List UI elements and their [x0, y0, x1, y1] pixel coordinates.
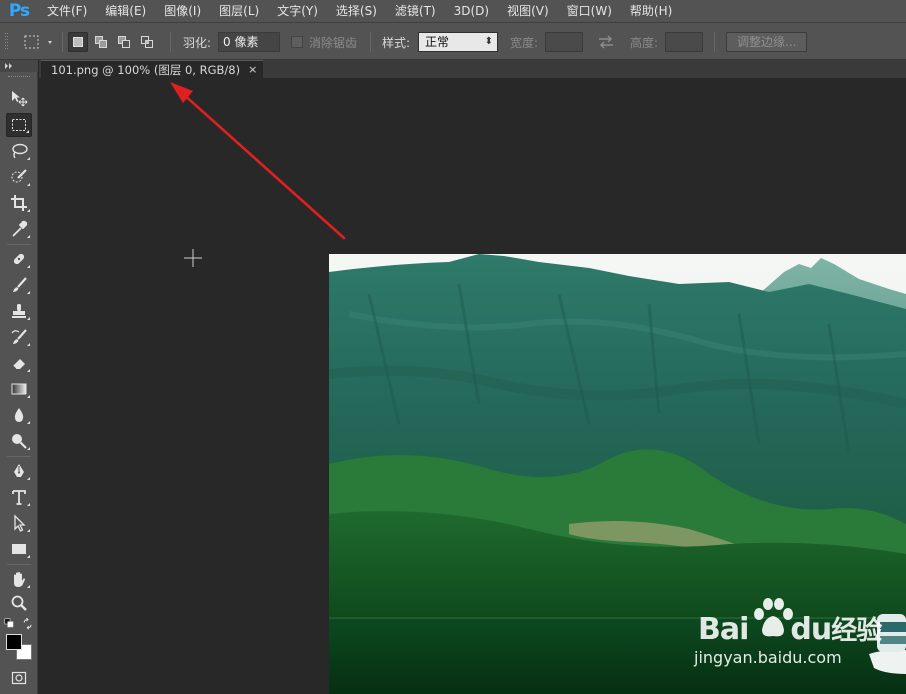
- brush-icon: [13, 277, 27, 292]
- move-tool[interactable]: [6, 86, 32, 110]
- menu-edit[interactable]: 编辑(E): [96, 0, 155, 22]
- brand-latin-2: du: [790, 612, 832, 647]
- swap-arrows-icon[interactable]: [597, 35, 615, 49]
- clone-stamp-tool[interactable]: [6, 299, 32, 323]
- menu-select[interactable]: 选择(S): [327, 0, 386, 22]
- type-icon: [12, 490, 26, 505]
- swap-colors-icon: [23, 618, 32, 630]
- menu-type[interactable]: 文字(Y): [268, 0, 327, 22]
- intersect-selection-button[interactable]: [137, 32, 157, 52]
- document-tab-title: 101.png @ 100% (图层 0, RGB/8): [51, 62, 241, 77]
- lasso-icon: [12, 143, 28, 159]
- antialias-label: 消除锯齿: [309, 35, 358, 50]
- intersect-selection-icon: [141, 36, 153, 48]
- close-tab-icon[interactable]: ×: [248, 63, 257, 76]
- history-brush-icon: [11, 329, 27, 344]
- document-tab[interactable]: 101.png @ 100% (图层 0, RGB/8) ×: [41, 60, 264, 78]
- antialias-checkbox[interactable]: [291, 36, 303, 48]
- rect-marquee-tool[interactable]: [6, 113, 32, 137]
- rectangle-shape-icon: [12, 544, 26, 554]
- default-colors-button[interactable]: [2, 616, 18, 632]
- type-tool[interactable]: [6, 485, 32, 509]
- zoom-tool[interactable]: [6, 591, 32, 615]
- tools-panel-grip[interactable]: [8, 76, 30, 79]
- swap-colors-button[interactable]: [20, 616, 36, 632]
- pen-tool[interactable]: [6, 459, 32, 483]
- tools-panel: [0, 60, 38, 694]
- feather-input[interactable]: 0 像素: [218, 32, 280, 52]
- new-selection-button[interactable]: [68, 32, 88, 52]
- eraser-icon: [12, 359, 25, 370]
- bandage-icon: [13, 253, 25, 265]
- watermark-url: jingyan.baidu.com: [694, 648, 842, 667]
- menu-layer[interactable]: 图层(L): [210, 0, 268, 22]
- lasso-tool[interactable]: [6, 139, 32, 163]
- path-selection-tool[interactable]: [6, 511, 32, 535]
- new-selection-icon: [73, 37, 83, 47]
- document-tab-bar: 101.png @ 100% (图层 0, RGB/8) ×: [39, 60, 906, 78]
- move-icon: [12, 91, 28, 107]
- eyedropper-tool[interactable]: [6, 217, 32, 241]
- quick-selection-icon: [11, 169, 27, 183]
- rectangle-tool[interactable]: [6, 537, 32, 561]
- height-label: 高度:: [630, 35, 659, 50]
- style-select[interactable]: 正常: [418, 32, 498, 52]
- gradient-tool[interactable]: [6, 377, 32, 401]
- subtract-from-selection-button[interactable]: [114, 32, 134, 52]
- style-label: 样式:: [382, 35, 411, 50]
- rect-marquee-preset-icon: [24, 35, 52, 49]
- crop-tool[interactable]: [6, 191, 32, 215]
- brand-latin: Bai: [698, 612, 749, 647]
- eraser-tool[interactable]: [6, 351, 32, 375]
- foreground-color-swatch[interactable]: [6, 634, 22, 650]
- dodge-icon: [12, 434, 27, 449]
- baidu-watermark: Bai du经验 jingyan.baidu.com: [694, 596, 898, 672]
- tools-panel-collapse[interactable]: [0, 60, 38, 72]
- photoshop-logo: Ps: [8, 1, 30, 21]
- default-colors-icon: [4, 618, 14, 628]
- add-to-selection-button[interactable]: [91, 32, 111, 52]
- blur-tool[interactable]: [6, 403, 32, 427]
- menu-3d[interactable]: 3D(D): [445, 0, 498, 22]
- feather-label: 羽化:: [183, 35, 212, 50]
- crop-icon: [11, 195, 27, 211]
- dodge-tool[interactable]: [6, 429, 32, 453]
- menu-file[interactable]: 文件(F): [38, 0, 96, 22]
- baidu-jingyan-brand: Bai du经验: [698, 610, 882, 647]
- menu-help[interactable]: 帮助(H): [621, 0, 681, 22]
- brand-cn: 经验: [831, 616, 882, 646]
- hand-icon: [14, 572, 25, 587]
- crosshair-cursor-icon: [184, 249, 202, 267]
- menu-bar: Ps 文件(F) 编辑(E) 图像(I) 图层(L) 文字(Y) 选择(S) 滤…: [0, 0, 906, 22]
- menu-view[interactable]: 视图(V): [498, 0, 558, 22]
- history-brush-tool[interactable]: [6, 325, 32, 349]
- menu-image[interactable]: 图像(I): [155, 0, 210, 22]
- menu-filter[interactable]: 滤镜(T): [386, 0, 445, 22]
- eyedropper-icon: [12, 220, 28, 237]
- healing-brush-tool[interactable]: [6, 247, 32, 271]
- quick-selection-tool[interactable]: [6, 165, 32, 189]
- menu-window[interactable]: 窗口(W): [558, 0, 621, 22]
- height-input[interactable]: [665, 32, 703, 52]
- quick-mask-icon: [11, 671, 27, 685]
- add-selection-icon: [95, 36, 107, 48]
- options-grip: [4, 23, 10, 61]
- gradient-icon: [11, 383, 27, 395]
- subtract-selection-icon: [118, 36, 130, 48]
- width-input[interactable]: [545, 32, 583, 52]
- pen-icon: [14, 464, 24, 477]
- drop-icon: [14, 408, 24, 422]
- quick-mask-button[interactable]: [6, 666, 32, 690]
- options-bar: 羽化: 0 像素 消除锯齿 样式: 正常 宽度: 高度: 调整边缘...: [0, 22, 906, 60]
- tool-preset-picker[interactable]: [22, 23, 56, 61]
- stamp-icon: [12, 304, 26, 318]
- refine-edge-button[interactable]: 调整边缘...: [726, 32, 808, 52]
- brush-tool[interactable]: [6, 273, 32, 297]
- magnifier-icon: [11, 595, 27, 611]
- double-chevron-icon: [5, 63, 12, 69]
- path-selection-icon: [14, 514, 26, 532]
- hand-tool[interactable]: [6, 567, 32, 591]
- width-label: 宽度:: [510, 35, 539, 50]
